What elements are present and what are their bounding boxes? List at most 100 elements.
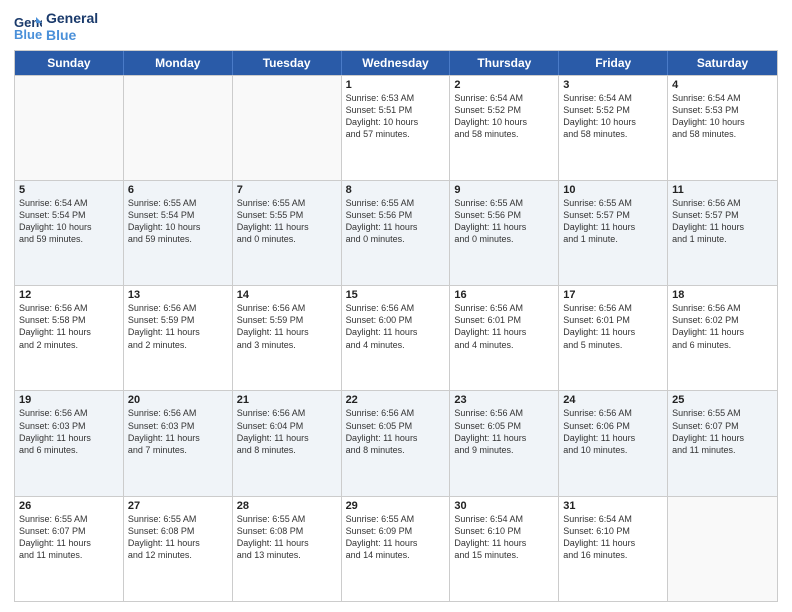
day-info: Sunrise: 6:56 AM Sunset: 6:00 PM Dayligh…: [346, 302, 446, 351]
day-info: Sunrise: 6:56 AM Sunset: 6:03 PM Dayligh…: [128, 407, 228, 456]
day-number: 3: [563, 79, 663, 91]
day-number: 25: [672, 394, 773, 406]
calendar-cell: 28Sunrise: 6:55 AM Sunset: 6:08 PM Dayli…: [233, 497, 342, 601]
day-info: Sunrise: 6:55 AM Sunset: 5:56 PM Dayligh…: [346, 197, 446, 246]
day-number: 10: [563, 184, 663, 196]
day-number: 30: [454, 500, 554, 512]
calendar-cell: 12Sunrise: 6:56 AM Sunset: 5:58 PM Dayli…: [15, 286, 124, 390]
day-number: 12: [19, 289, 119, 301]
calendar-row: 1Sunrise: 6:53 AM Sunset: 5:51 PM Daylig…: [15, 75, 777, 180]
calendar-cell: 6Sunrise: 6:55 AM Sunset: 5:54 PM Daylig…: [124, 181, 233, 285]
day-info: Sunrise: 6:56 AM Sunset: 5:59 PM Dayligh…: [237, 302, 337, 351]
day-info: Sunrise: 6:54 AM Sunset: 5:52 PM Dayligh…: [563, 92, 663, 141]
day-number: 14: [237, 289, 337, 301]
calendar: SundayMondayTuesdayWednesdayThursdayFrid…: [14, 50, 778, 602]
day-number: 17: [563, 289, 663, 301]
logo-text: General Blue: [46, 10, 98, 44]
calendar-cell: 13Sunrise: 6:56 AM Sunset: 5:59 PM Dayli…: [124, 286, 233, 390]
calendar-cell: 4Sunrise: 6:54 AM Sunset: 5:53 PM Daylig…: [668, 76, 777, 180]
day-info: Sunrise: 6:55 AM Sunset: 6:07 PM Dayligh…: [672, 407, 773, 456]
day-number: 28: [237, 500, 337, 512]
calendar-cell: 16Sunrise: 6:56 AM Sunset: 6:01 PM Dayli…: [450, 286, 559, 390]
day-number: 2: [454, 79, 554, 91]
calendar-cell: 8Sunrise: 6:55 AM Sunset: 5:56 PM Daylig…: [342, 181, 451, 285]
calendar-cell: 2Sunrise: 6:54 AM Sunset: 5:52 PM Daylig…: [450, 76, 559, 180]
day-number: 8: [346, 184, 446, 196]
day-info: Sunrise: 6:55 AM Sunset: 6:07 PM Dayligh…: [19, 513, 119, 562]
calendar-cell: 26Sunrise: 6:55 AM Sunset: 6:07 PM Dayli…: [15, 497, 124, 601]
logo: General Blue General Blue: [14, 10, 98, 44]
calendar-cell: 9Sunrise: 6:55 AM Sunset: 5:56 PM Daylig…: [450, 181, 559, 285]
empty-cell: [668, 497, 777, 601]
day-number: 26: [19, 500, 119, 512]
weekday-header: Sunday: [15, 51, 124, 75]
day-info: Sunrise: 6:54 AM Sunset: 5:52 PM Dayligh…: [454, 92, 554, 141]
day-number: 18: [672, 289, 773, 301]
weekday-header: Monday: [124, 51, 233, 75]
empty-cell: [15, 76, 124, 180]
day-info: Sunrise: 6:56 AM Sunset: 6:04 PM Dayligh…: [237, 407, 337, 456]
day-info: Sunrise: 6:56 AM Sunset: 6:05 PM Dayligh…: [454, 407, 554, 456]
day-number: 15: [346, 289, 446, 301]
calendar-cell: 3Sunrise: 6:54 AM Sunset: 5:52 PM Daylig…: [559, 76, 668, 180]
page: General Blue General Blue SundayMondayTu…: [0, 0, 792, 612]
day-number: 23: [454, 394, 554, 406]
day-number: 31: [563, 500, 663, 512]
calendar-cell: 7Sunrise: 6:55 AM Sunset: 5:55 PM Daylig…: [233, 181, 342, 285]
calendar-header: SundayMondayTuesdayWednesdayThursdayFrid…: [15, 51, 777, 75]
calendar-cell: 10Sunrise: 6:55 AM Sunset: 5:57 PM Dayli…: [559, 181, 668, 285]
day-number: 13: [128, 289, 228, 301]
calendar-row: 19Sunrise: 6:56 AM Sunset: 6:03 PM Dayli…: [15, 390, 777, 495]
calendar-cell: 1Sunrise: 6:53 AM Sunset: 5:51 PM Daylig…: [342, 76, 451, 180]
day-info: Sunrise: 6:54 AM Sunset: 5:53 PM Dayligh…: [672, 92, 773, 141]
day-info: Sunrise: 6:55 AM Sunset: 5:54 PM Dayligh…: [128, 197, 228, 246]
day-info: Sunrise: 6:55 AM Sunset: 6:08 PM Dayligh…: [237, 513, 337, 562]
day-number: 1: [346, 79, 446, 91]
calendar-cell: 24Sunrise: 6:56 AM Sunset: 6:06 PM Dayli…: [559, 391, 668, 495]
day-info: Sunrise: 6:55 AM Sunset: 6:08 PM Dayligh…: [128, 513, 228, 562]
day-info: Sunrise: 6:56 AM Sunset: 6:06 PM Dayligh…: [563, 407, 663, 456]
day-number: 29: [346, 500, 446, 512]
calendar-cell: 18Sunrise: 6:56 AM Sunset: 6:02 PM Dayli…: [668, 286, 777, 390]
calendar-row: 5Sunrise: 6:54 AM Sunset: 5:54 PM Daylig…: [15, 180, 777, 285]
calendar-cell: 20Sunrise: 6:56 AM Sunset: 6:03 PM Dayli…: [124, 391, 233, 495]
day-info: Sunrise: 6:55 AM Sunset: 5:57 PM Dayligh…: [563, 197, 663, 246]
day-number: 11: [672, 184, 773, 196]
day-info: Sunrise: 6:56 AM Sunset: 5:58 PM Dayligh…: [19, 302, 119, 351]
day-number: 4: [672, 79, 773, 91]
day-info: Sunrise: 6:54 AM Sunset: 6:10 PM Dayligh…: [563, 513, 663, 562]
day-number: 6: [128, 184, 228, 196]
calendar-cell: 31Sunrise: 6:54 AM Sunset: 6:10 PM Dayli…: [559, 497, 668, 601]
day-info: Sunrise: 6:55 AM Sunset: 6:09 PM Dayligh…: [346, 513, 446, 562]
calendar-cell: 21Sunrise: 6:56 AM Sunset: 6:04 PM Dayli…: [233, 391, 342, 495]
calendar-cell: 30Sunrise: 6:54 AM Sunset: 6:10 PM Dayli…: [450, 497, 559, 601]
calendar-body: 1Sunrise: 6:53 AM Sunset: 5:51 PM Daylig…: [15, 75, 777, 601]
day-number: 19: [19, 394, 119, 406]
calendar-cell: 11Sunrise: 6:56 AM Sunset: 5:57 PM Dayli…: [668, 181, 777, 285]
calendar-cell: 29Sunrise: 6:55 AM Sunset: 6:09 PM Dayli…: [342, 497, 451, 601]
calendar-cell: 25Sunrise: 6:55 AM Sunset: 6:07 PM Dayli…: [668, 391, 777, 495]
day-number: 16: [454, 289, 554, 301]
logo-icon: General Blue: [14, 13, 42, 41]
day-info: Sunrise: 6:55 AM Sunset: 5:55 PM Dayligh…: [237, 197, 337, 246]
calendar-row: 12Sunrise: 6:56 AM Sunset: 5:58 PM Dayli…: [15, 285, 777, 390]
day-number: 7: [237, 184, 337, 196]
calendar-cell: 14Sunrise: 6:56 AM Sunset: 5:59 PM Dayli…: [233, 286, 342, 390]
calendar-cell: 15Sunrise: 6:56 AM Sunset: 6:00 PM Dayli…: [342, 286, 451, 390]
weekday-header: Friday: [559, 51, 668, 75]
calendar-cell: 17Sunrise: 6:56 AM Sunset: 6:01 PM Dayli…: [559, 286, 668, 390]
day-number: 27: [128, 500, 228, 512]
empty-cell: [233, 76, 342, 180]
day-number: 24: [563, 394, 663, 406]
day-info: Sunrise: 6:56 AM Sunset: 5:57 PM Dayligh…: [672, 197, 773, 246]
weekday-header: Wednesday: [342, 51, 451, 75]
day-info: Sunrise: 6:56 AM Sunset: 5:59 PM Dayligh…: [128, 302, 228, 351]
weekday-header: Saturday: [668, 51, 777, 75]
day-info: Sunrise: 6:56 AM Sunset: 6:03 PM Dayligh…: [19, 407, 119, 456]
day-info: Sunrise: 6:53 AM Sunset: 5:51 PM Dayligh…: [346, 92, 446, 141]
calendar-cell: 27Sunrise: 6:55 AM Sunset: 6:08 PM Dayli…: [124, 497, 233, 601]
day-info: Sunrise: 6:56 AM Sunset: 6:05 PM Dayligh…: [346, 407, 446, 456]
day-info: Sunrise: 6:54 AM Sunset: 5:54 PM Dayligh…: [19, 197, 119, 246]
day-info: Sunrise: 6:56 AM Sunset: 6:02 PM Dayligh…: [672, 302, 773, 351]
day-number: 20: [128, 394, 228, 406]
